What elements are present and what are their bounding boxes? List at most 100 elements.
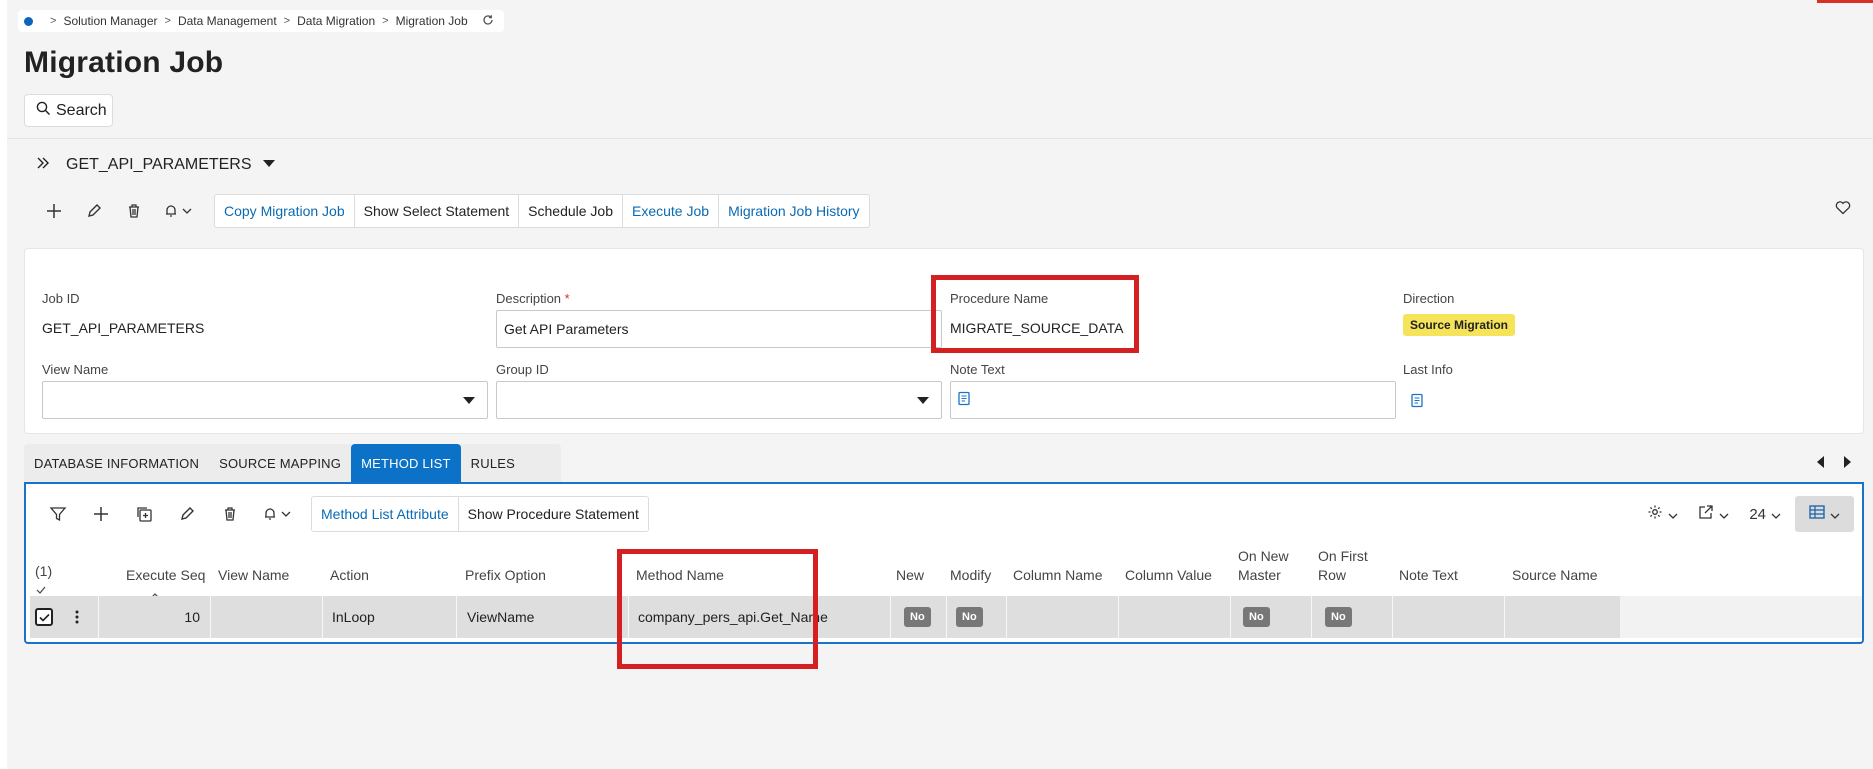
search-label: Search bbox=[56, 101, 107, 119]
caret-down-icon bbox=[463, 397, 475, 404]
direction-badge: Source Migration bbox=[1403, 314, 1516, 336]
duplicate-icon[interactable] bbox=[122, 496, 165, 532]
search-button[interactable]: Search bbox=[24, 94, 113, 127]
page-title: Migration Job bbox=[24, 46, 224, 79]
record-action-buttons: Copy Migration Job Show Select Statement… bbox=[214, 194, 870, 228]
show-procedure-statement-button[interactable]: Show Procedure Statement bbox=[459, 497, 648, 531]
page-size-dropdown[interactable]: 24 bbox=[1739, 506, 1791, 523]
method-list-action-buttons: Method List Attribute Show Procedure Sta… bbox=[311, 496, 649, 532]
settings-dropdown[interactable] bbox=[1637, 504, 1688, 524]
export-icon bbox=[1698, 504, 1714, 524]
schedule-job-button[interactable]: Schedule Job bbox=[519, 195, 623, 227]
cell-action: InLoop bbox=[332, 609, 375, 625]
trash-icon[interactable] bbox=[114, 194, 154, 228]
breadcrumb: > Solution Manager > Data Management > D… bbox=[18, 10, 504, 32]
procedure-name-highlight bbox=[931, 275, 1139, 353]
cell-new: No bbox=[904, 596, 931, 638]
add-icon[interactable] bbox=[34, 194, 74, 228]
on-new-master-no-badge: No bbox=[1243, 607, 1270, 627]
column-header-column-name[interactable]: Column Name bbox=[1013, 566, 1102, 585]
caret-down-icon[interactable] bbox=[262, 156, 276, 174]
refresh-icon[interactable] bbox=[482, 14, 494, 29]
caret-down-icon bbox=[917, 397, 929, 404]
note-document-icon[interactable] bbox=[958, 391, 970, 409]
cell-on-new-master: No bbox=[1243, 596, 1270, 638]
scroll-right-icon[interactable] bbox=[1844, 456, 1851, 468]
view-name-select[interactable] bbox=[42, 381, 488, 419]
tab-source-mapping[interactable]: SOURCE MAPPING bbox=[209, 444, 351, 482]
last-info-label: Last Info bbox=[1403, 362, 1453, 377]
copy-migration-job-button[interactable]: Copy Migration Job bbox=[215, 195, 355, 227]
tab-rules[interactable]: RULES bbox=[461, 444, 561, 482]
description-value: Get API Parameters bbox=[504, 321, 629, 337]
column-header-source-name[interactable]: Source Name bbox=[1512, 566, 1598, 585]
column-header-action[interactable]: Action bbox=[330, 566, 369, 585]
edit-pencil-icon[interactable] bbox=[74, 194, 114, 228]
trash-icon[interactable] bbox=[208, 496, 251, 532]
column-header-on-new-master[interactable]: On New Master bbox=[1238, 547, 1298, 585]
direction-label: Direction bbox=[1403, 291, 1455, 306]
note-text-field[interactable] bbox=[950, 381, 1396, 419]
column-header-new[interactable]: New bbox=[896, 566, 924, 585]
column-header-modify[interactable]: Modify bbox=[950, 566, 991, 585]
chevron-down-icon bbox=[1668, 506, 1678, 523]
double-chevron-right-icon[interactable] bbox=[36, 154, 50, 175]
description-label: Description * bbox=[496, 291, 570, 306]
cell-column-name bbox=[1008, 596, 1118, 638]
on-first-row-no-badge: No bbox=[1325, 607, 1352, 627]
export-dropdown[interactable] bbox=[1688, 504, 1739, 524]
left-edge bbox=[0, 0, 7, 769]
last-info-document-icon[interactable] bbox=[1411, 393, 1423, 413]
cell-column-value bbox=[1120, 596, 1230, 638]
description-field[interactable]: Get API Parameters bbox=[496, 310, 942, 348]
group-id-select[interactable] bbox=[496, 381, 942, 419]
filter-icon[interactable] bbox=[36, 496, 79, 532]
column-header-on-first-row[interactable]: On First Row bbox=[1318, 547, 1374, 585]
column-header-execute-seq[interactable]: Execute Seq bbox=[126, 566, 205, 585]
tab-method-list[interactable]: METHOD LIST bbox=[351, 444, 461, 482]
job-id-label: Job ID bbox=[42, 291, 80, 306]
view-name-label: View Name bbox=[42, 362, 109, 377]
add-icon[interactable] bbox=[79, 496, 122, 532]
table-row[interactable]: 10 InLoop ViewName company_pers_api.Get_… bbox=[30, 596, 1620, 638]
bell-dropdown-icon[interactable] bbox=[154, 194, 200, 228]
cell-source-name bbox=[1506, 596, 1616, 638]
row-checkbox[interactable] bbox=[35, 596, 57, 638]
row-kebab-menu-icon[interactable] bbox=[68, 596, 86, 638]
breadcrumb-item-solution-manager[interactable]: Solution Manager bbox=[63, 14, 157, 28]
migration-job-history-button[interactable]: Migration Job History bbox=[719, 195, 869, 227]
table-layout-dropdown[interactable] bbox=[1795, 496, 1854, 532]
method-name-highlight bbox=[617, 549, 818, 669]
breadcrumb-item-data-management[interactable]: Data Management bbox=[178, 14, 277, 28]
chevron-right-icon: > bbox=[164, 15, 171, 27]
page: > Solution Manager > Data Management > D… bbox=[0, 0, 1873, 769]
column-header-prefix-option[interactable]: Prefix Option bbox=[465, 566, 546, 585]
favorite-heart-icon[interactable] bbox=[1835, 200, 1851, 220]
new-no-badge: No bbox=[904, 607, 931, 627]
cell-execute-seq: 10 bbox=[184, 609, 200, 625]
edit-pencil-icon[interactable] bbox=[165, 496, 208, 532]
bell-dropdown-icon[interactable] bbox=[251, 496, 301, 532]
chevron-right-icon: > bbox=[283, 15, 291, 27]
job-details-form: Job ID GET_API_PARAMETERS Description * … bbox=[24, 248, 1864, 434]
cell-note-text bbox=[1394, 596, 1504, 638]
column-header-view-name[interactable]: View Name bbox=[218, 566, 289, 585]
page-size-value: 24 bbox=[1749, 505, 1766, 523]
execute-job-button[interactable]: Execute Job bbox=[623, 195, 720, 227]
column-header-column-value[interactable]: Column Value bbox=[1125, 566, 1212, 585]
method-list-toolbar: Method List Attribute Show Procedure Sta… bbox=[36, 496, 649, 532]
modify-no-badge: No bbox=[956, 607, 983, 627]
show-select-statement-button[interactable]: Show Select Statement bbox=[355, 195, 520, 227]
record-toolbar: Copy Migration Job Show Select Statement… bbox=[34, 194, 870, 228]
chevron-right-icon: > bbox=[50, 15, 57, 27]
method-list-attribute-button[interactable]: Method List Attribute bbox=[312, 497, 459, 531]
divider bbox=[7, 138, 1873, 139]
description-label-text: Description bbox=[496, 291, 562, 306]
chevron-right-icon: > bbox=[382, 15, 389, 27]
column-header-note-text[interactable]: Note Text bbox=[1399, 566, 1458, 585]
tab-scroll-arrows bbox=[1817, 456, 1851, 468]
breadcrumb-item-data-migration[interactable]: Data Migration bbox=[297, 14, 375, 28]
home-dot-icon[interactable] bbox=[24, 16, 33, 26]
tab-database-information[interactable]: DATABASE INFORMATION bbox=[24, 444, 209, 482]
scroll-left-icon[interactable] bbox=[1817, 456, 1824, 468]
